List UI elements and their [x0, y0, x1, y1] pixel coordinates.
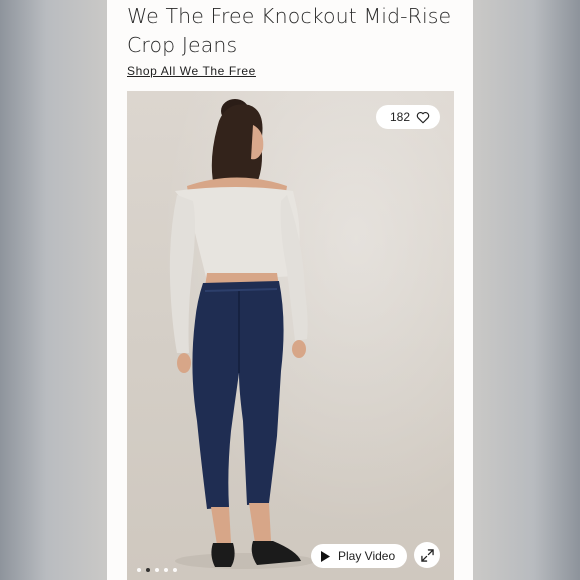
- like-button[interactable]: 182: [375, 105, 440, 129]
- gallery-pagination: [137, 568, 177, 572]
- shop-brand-link[interactable]: Shop All We The Free: [127, 64, 256, 78]
- expand-icon: [420, 548, 434, 562]
- play-video-button[interactable]: Play Video: [311, 544, 408, 568]
- play-video-label: Play Video: [338, 549, 396, 563]
- gallery-dot-active[interactable]: [146, 568, 150, 572]
- gallery-dot[interactable]: [137, 568, 141, 572]
- model-illustration: [169, 99, 315, 569]
- gallery-dot[interactable]: [164, 568, 168, 572]
- gallery-dot[interactable]: [173, 568, 177, 572]
- likes-count: 182: [389, 110, 410, 124]
- product-card: We The Free Knockout Mid-Rise Crop Jeans…: [107, 0, 473, 580]
- gallery-dot[interactable]: [155, 568, 159, 572]
- heart-icon: [416, 111, 430, 123]
- play-icon: [321, 550, 330, 562]
- product-photo[interactable]: 182 Play Video: [127, 91, 454, 580]
- product-title: We The Free Knockout Mid-Rise Crop Jeans: [127, 4, 452, 57]
- expand-button[interactable]: [414, 542, 440, 568]
